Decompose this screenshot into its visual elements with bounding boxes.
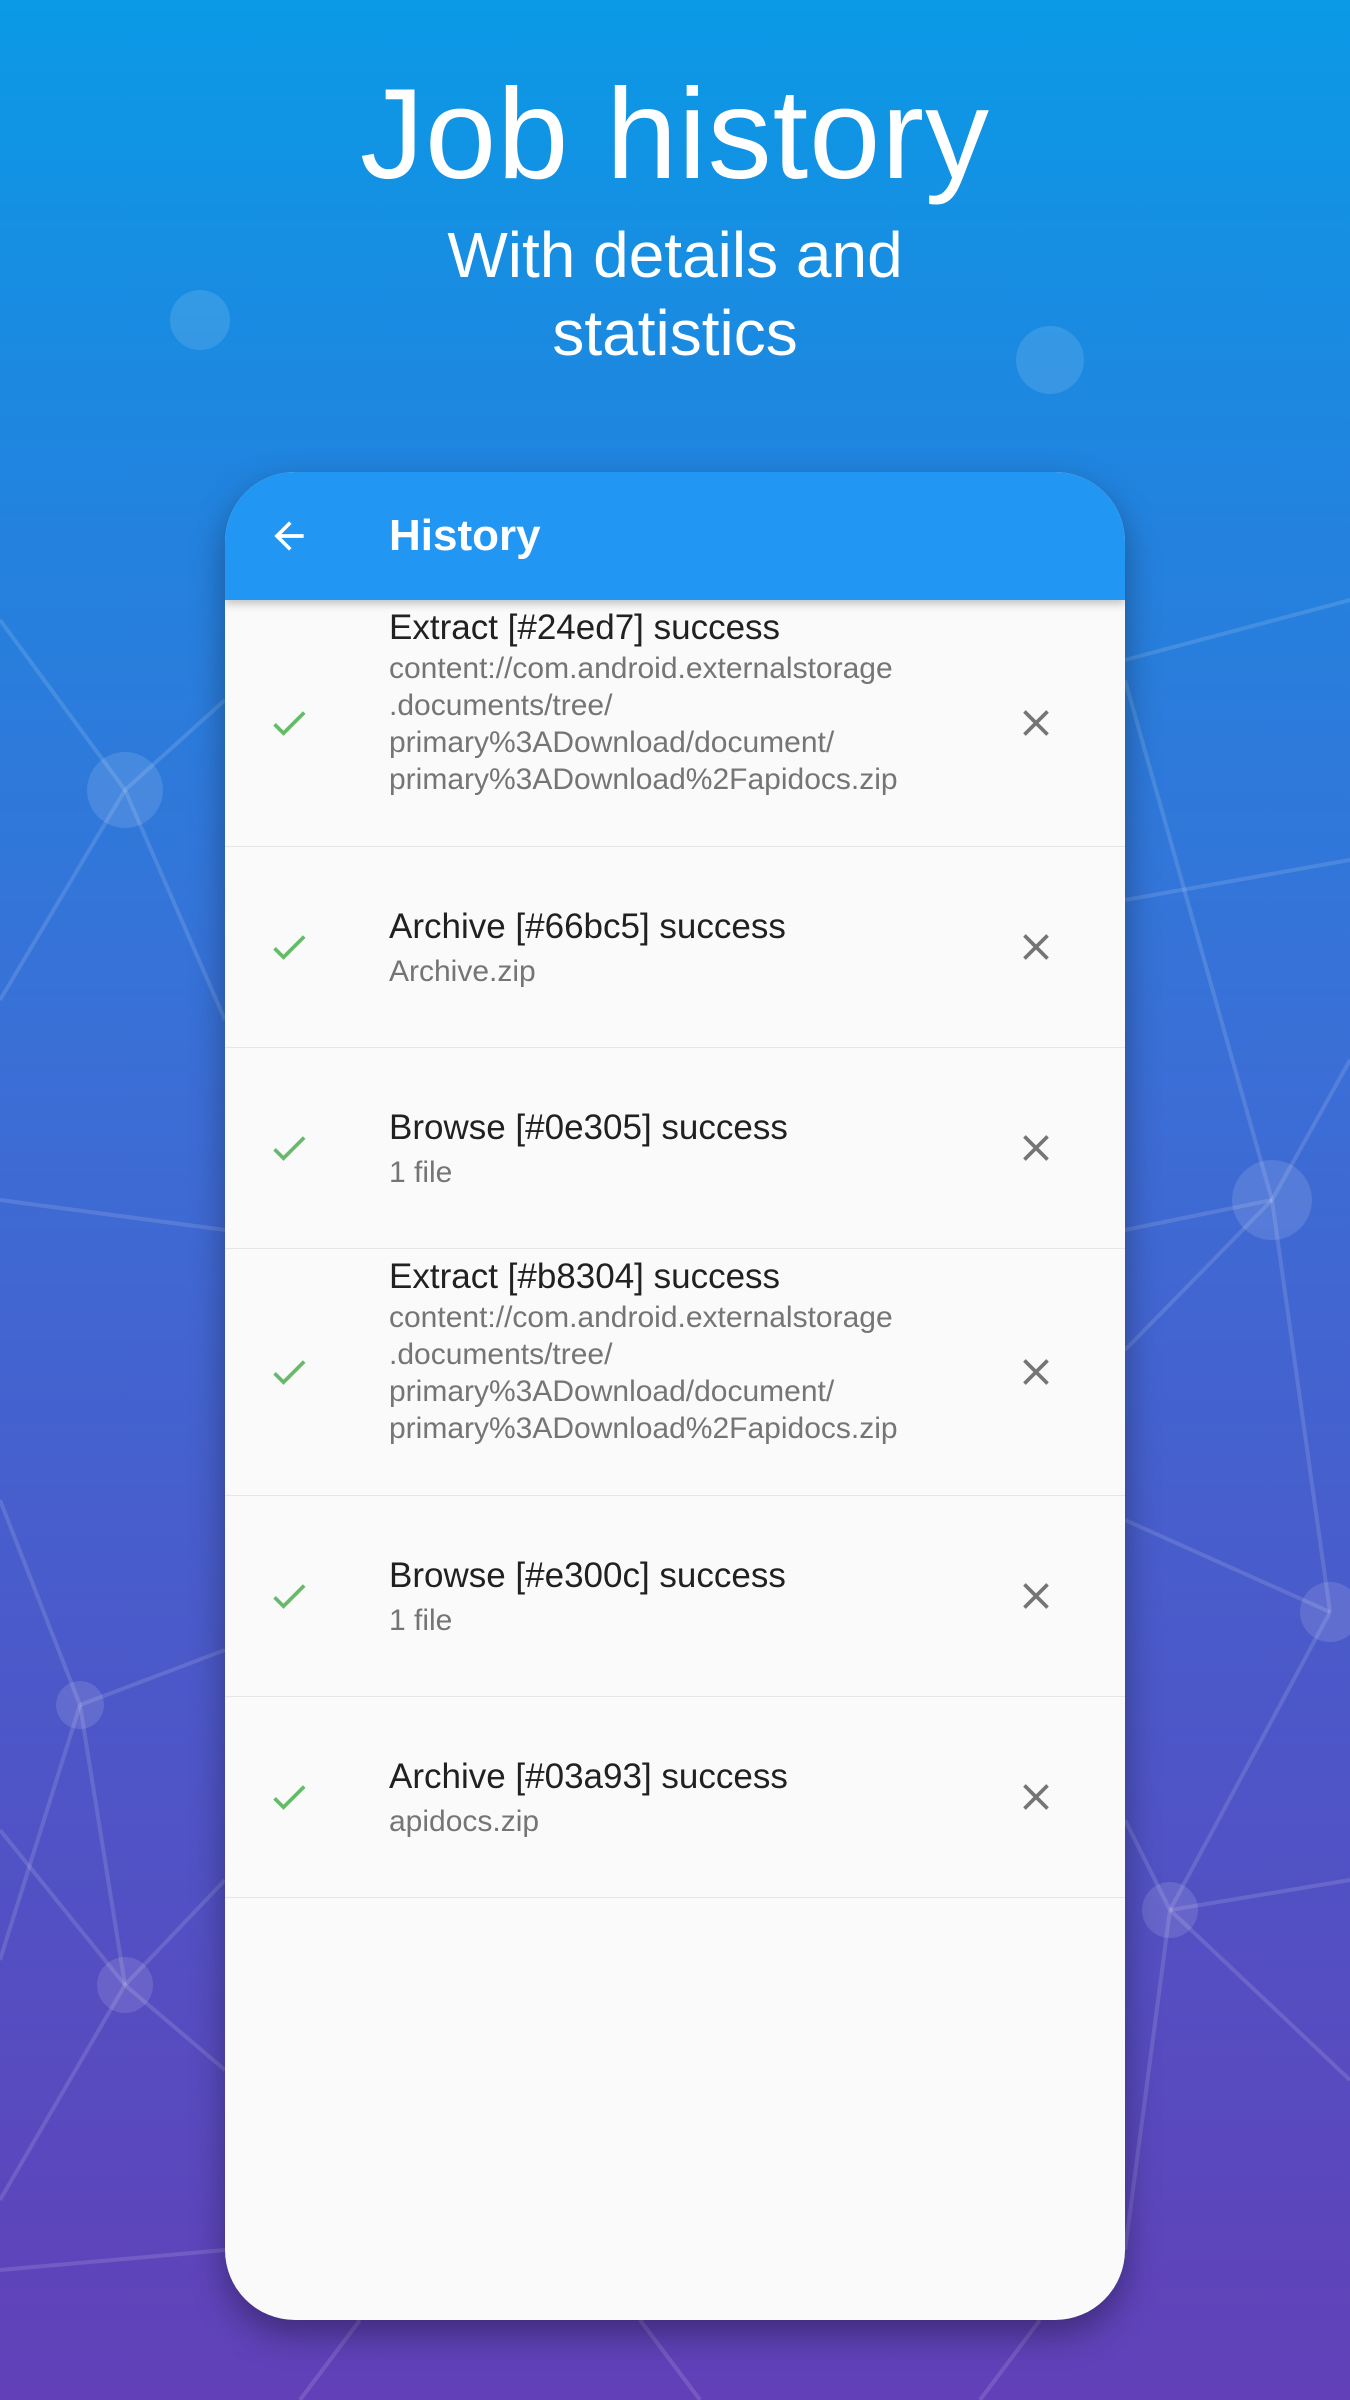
- history-item[interactable]: Extract [#b8304] success content://com.a…: [225, 1249, 1125, 1496]
- history-item[interactable]: Archive [#66bc5] success Archive.zip: [225, 847, 1125, 1048]
- history-item-detail: content://com.android.externalstorage: [389, 1301, 893, 1334]
- history-item-title: Browse [#e300c] success: [389, 1555, 786, 1595]
- hero-subtitle: With details and statistics: [0, 216, 1350, 372]
- check-icon: [273, 1785, 306, 1810]
- history-item-detail: 1 file: [389, 1155, 453, 1189]
- close-icon: [1023, 934, 1049, 960]
- history-list: Extract [#24ed7] success content://com.a…: [225, 600, 1125, 1898]
- remove-button[interactable]: [975, 1249, 1125, 1495]
- history-item-detail: .documents/tree/: [389, 689, 613, 722]
- close-icon: [1023, 1784, 1049, 1810]
- history-item-title: Archive [#03a93] success: [389, 1756, 788, 1796]
- close-icon: [1023, 1583, 1049, 1609]
- check-icon: [273, 711, 306, 736]
- history-item-title: Archive [#66bc5] success: [389, 906, 786, 946]
- history-item[interactable]: Browse [#0e305] success 1 file: [225, 1048, 1125, 1249]
- history-item[interactable]: Browse [#e300c] success 1 file: [225, 1496, 1125, 1697]
- history-item-detail: primary%3ADownload%2Fapidocs.zip: [389, 1412, 898, 1445]
- hero: Job history With details and statistics: [0, 60, 1350, 372]
- app-bar-title: History: [389, 511, 541, 560]
- hero-subtitle-line: With details and: [447, 219, 903, 291]
- history-item-title: Extract [#24ed7] success: [389, 608, 781, 647]
- hero-title: Job history: [360, 63, 990, 206]
- remove-button[interactable]: [975, 847, 1125, 1047]
- check-icon: [273, 1584, 306, 1609]
- close-icon: [1023, 1135, 1049, 1161]
- check-icon: [273, 935, 306, 960]
- check-icon: [273, 1136, 306, 1161]
- history-item-title: Browse [#0e305] success: [389, 1107, 788, 1147]
- phone-frame: History Extract [#24ed7] success content…: [225, 472, 1125, 2320]
- close-icon: [1023, 710, 1049, 736]
- history-item-detail: .documents/tree/: [389, 1338, 613, 1371]
- check-icon: [273, 1360, 306, 1385]
- close-icon: [1023, 1359, 1049, 1385]
- history-item-title: Extract [#b8304] success: [389, 1257, 781, 1296]
- back-button[interactable]: [225, 472, 389, 600]
- history-item-detail: primary%3ADownload/document/: [389, 1375, 835, 1408]
- history-item[interactable]: Archive [#03a93] success apidocs.zip: [225, 1697, 1125, 1898]
- history-item[interactable]: Extract [#24ed7] success content://com.a…: [225, 600, 1125, 847]
- remove-button[interactable]: [975, 1697, 1125, 1897]
- history-item-detail: Archive.zip: [389, 954, 536, 988]
- remove-button[interactable]: [975, 600, 1125, 846]
- history-item-detail: apidocs.zip: [389, 1804, 540, 1838]
- history-item-detail: primary%3ADownload/document/: [389, 726, 835, 759]
- history-item-detail: 1 file: [389, 1603, 453, 1637]
- remove-button[interactable]: [975, 1496, 1125, 1696]
- arrow-back-icon: [274, 521, 304, 551]
- hero-subtitle-line: statistics: [552, 297, 798, 369]
- history-item-detail: primary%3ADownload%2Fapidocs.zip: [389, 763, 898, 796]
- history-item-detail: content://com.android.externalstorage: [389, 652, 893, 685]
- remove-button[interactable]: [975, 1048, 1125, 1248]
- app-bar: History: [225, 472, 1125, 600]
